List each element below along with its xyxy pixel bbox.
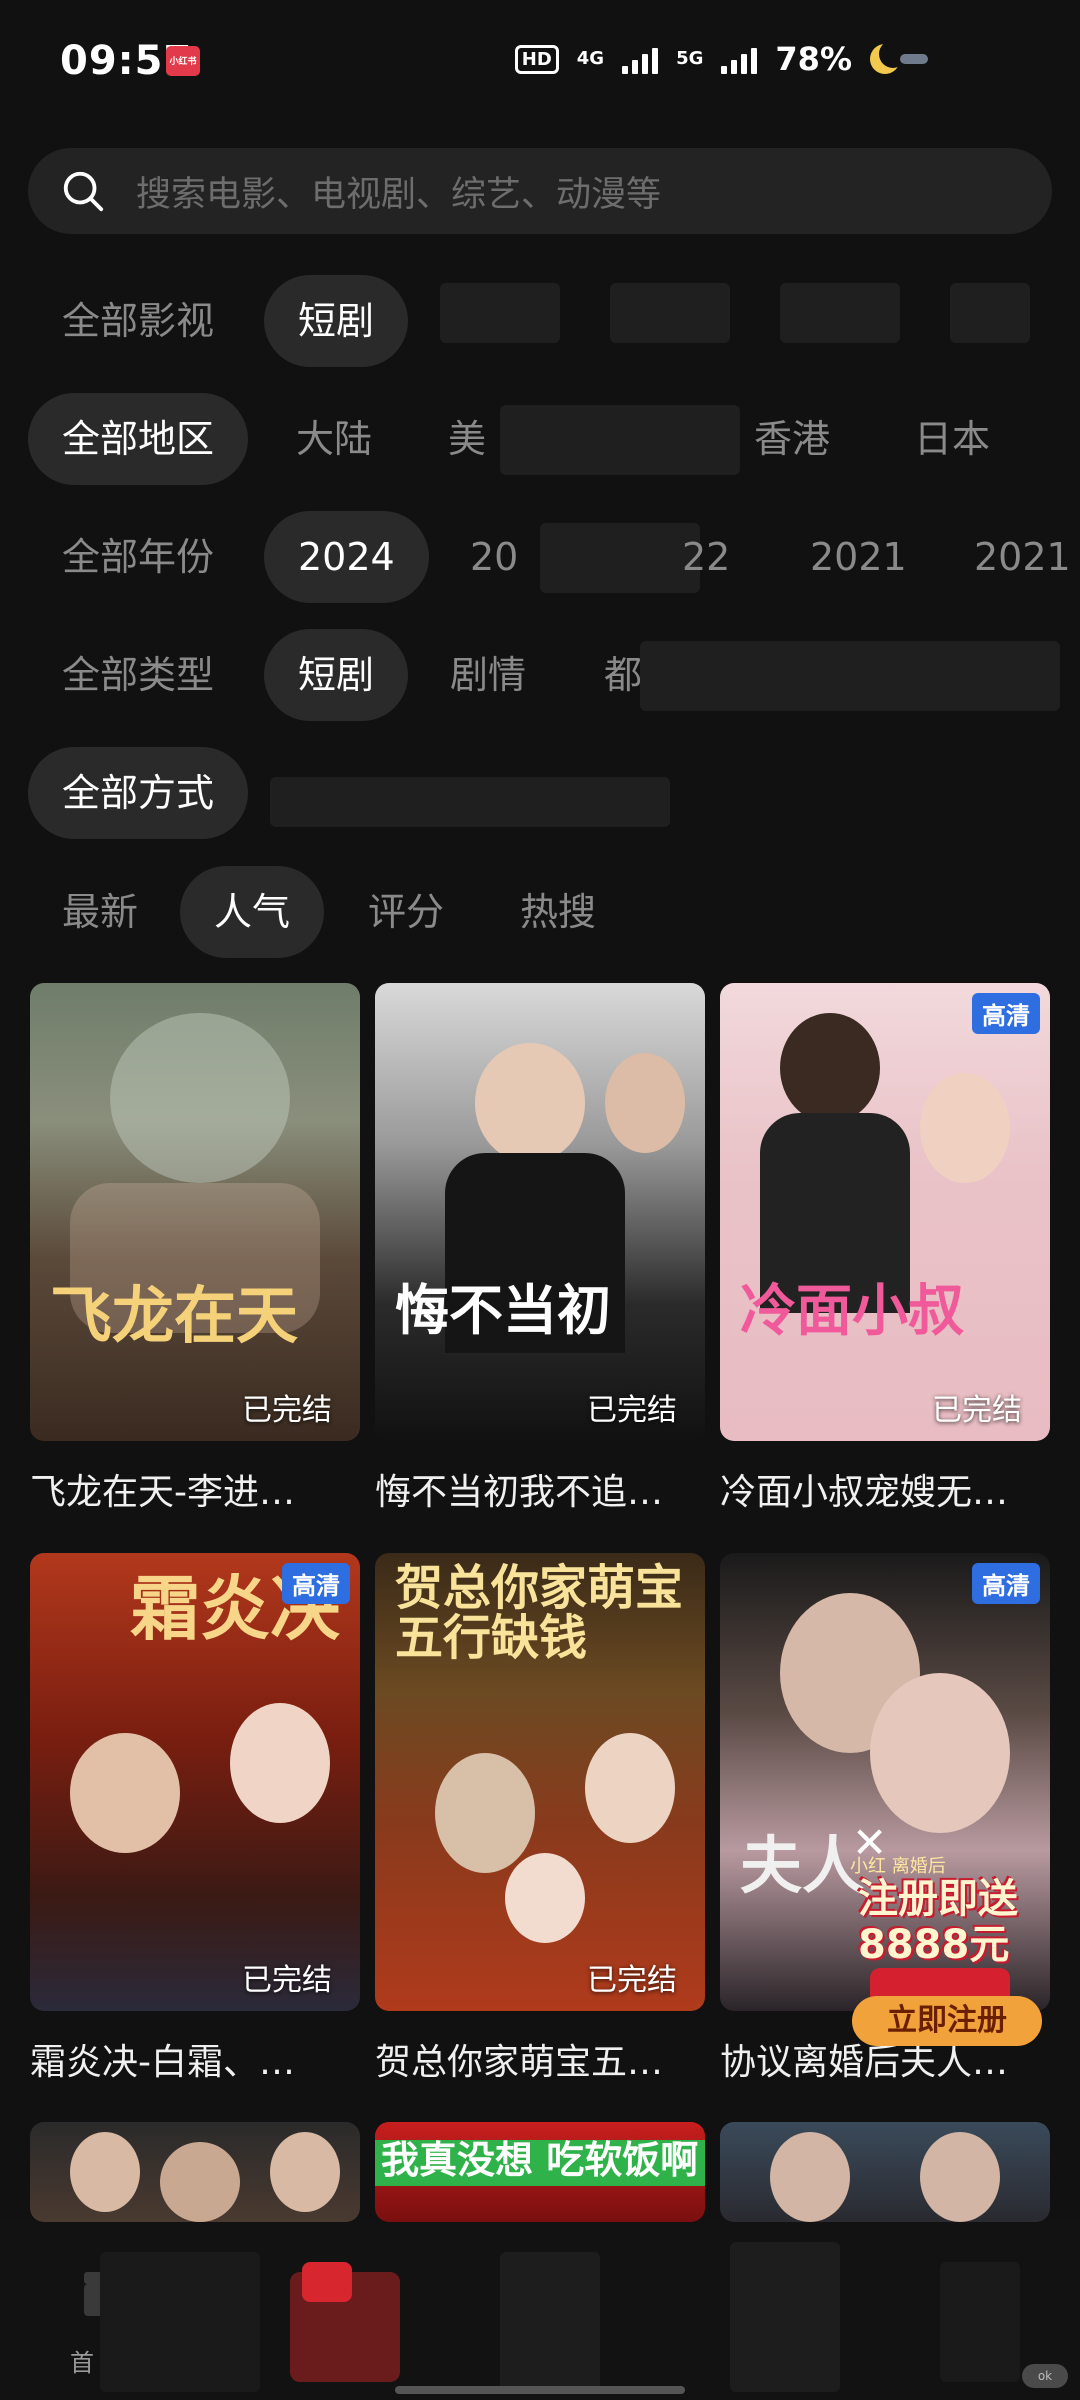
- tab-home-label: 首: [70, 2349, 94, 2377]
- filter-region-hk[interactable]: 香港: [720, 393, 864, 485]
- ad-top-text: 小红 离婚后: [850, 1856, 946, 1877]
- status-label: 已完结: [587, 1963, 677, 1998]
- drama-card-partial[interactable]: 我真没想 吃软饭啊: [375, 2122, 705, 2222]
- home-indicator[interactable]: [395, 2386, 685, 2394]
- register-button[interactable]: 立即注册: [852, 1996, 1042, 2046]
- filter-row-method: 全部方式: [0, 747, 1080, 839]
- moon-icon: [870, 40, 930, 74]
- drama-card[interactable]: 贺总你家萌宝 五行缺钱 已完结 贺总你家萌宝五…: [375, 1553, 705, 2085]
- app-badge: 小红书: [166, 46, 200, 76]
- filter-genre-drama[interactable]: 剧情: [416, 629, 560, 721]
- hd-voice-icon: HD: [514, 44, 559, 74]
- card-title: 霜炎决-白霜、…: [30, 2042, 295, 2083]
- filter-year-2023[interactable]: 20: [436, 511, 552, 603]
- poster-title-text: 飞龙在天: [50, 1279, 299, 1352]
- corner-badge: ok: [1022, 2364, 1068, 2388]
- drama-card[interactable]: 冷面小叔 高清 已完结 冷面小叔宠嫂无…: [720, 983, 1050, 1515]
- drama-card-partial[interactable]: [720, 2122, 1050, 2222]
- drama-card[interactable]: 霜炎决 高清 已完结 霜炎决-白霜、…: [30, 1553, 360, 2085]
- search-placeholder: 搜索电影、电视剧、综艺、动漫等: [136, 174, 662, 215]
- filter-all-region[interactable]: 全部地区: [28, 393, 249, 485]
- filter-row-genre: 全部类型 短剧 剧情 都市: [0, 629, 1080, 721]
- filter-year-2020[interactable]: 2021: [940, 511, 1080, 603]
- filter-region-mainland[interactable]: 大陆: [262, 393, 406, 485]
- hd-badge: 高清: [282, 1563, 350, 1604]
- poster-title-text: 我真没想 吃软饭啊: [381, 2138, 699, 2182]
- poster-image: 贺总你家萌宝 五行缺钱 已完结: [375, 1553, 705, 2011]
- status-label: 已完结: [242, 1963, 332, 1998]
- filter-all-media[interactable]: 全部影视: [28, 275, 248, 367]
- drama-card-partial[interactable]: [30, 2122, 360, 2222]
- poster-title-text: 悔不当初: [395, 1279, 611, 1342]
- sort-tabs: 最新 人气 评分 热搜: [0, 866, 1080, 958]
- filter-all-year[interactable]: 全部年份: [28, 511, 248, 603]
- status-label: 已完结: [587, 1393, 677, 1428]
- network-4g-label: 4G: [576, 48, 605, 69]
- sort-hot-search[interactable]: 热搜: [486, 866, 630, 958]
- filter-row-region: 全部地区 大陆 美 香港 日本: [0, 393, 1080, 485]
- sort-popular[interactable]: 人气: [180, 866, 325, 958]
- sort-rating[interactable]: 评分: [334, 866, 478, 958]
- search-bar[interactable]: 搜索电影、电视剧、综艺、动漫等: [28, 148, 1052, 234]
- status-label: 已完结: [932, 1393, 1022, 1428]
- hd-badge: 高清: [972, 1563, 1040, 1604]
- drama-card[interactable]: 飞龙在天 已完结 飞龙在天-李进…: [30, 983, 360, 1515]
- battery-level: 78%: [775, 40, 852, 78]
- signal-icon: [622, 44, 659, 74]
- poster-image: 冷面小叔 高清 已完结: [720, 983, 1050, 1441]
- status-label: 已完结: [242, 1393, 332, 1428]
- promo-ad[interactable]: ✕ 小红 离婚后 注册即送 8888元 立即注册: [840, 1818, 1050, 2068]
- filter-region-japan[interactable]: 日本: [880, 393, 1024, 485]
- drama-card[interactable]: 悔不当初 已完结 悔不当初我不追…: [375, 983, 705, 1515]
- network-5g-label: 5G: [676, 48, 704, 69]
- filter-all-genre[interactable]: 全部类型: [28, 629, 248, 721]
- filter-short-drama[interactable]: 短剧: [264, 275, 409, 367]
- filter-all-method[interactable]: 全部方式: [28, 747, 249, 839]
- filter-row-category: 全部影视 短剧: [0, 275, 1080, 367]
- card-title: 悔不当初我不追…: [375, 1472, 664, 1513]
- sort-latest[interactable]: 最新: [28, 866, 172, 958]
- filter-year-2022[interactable]: 22: [648, 511, 764, 603]
- filter-year-2021[interactable]: 2021: [776, 511, 941, 603]
- poster-title-text: 冷面小叔: [740, 1279, 964, 1344]
- hd-badge: 高清: [972, 993, 1040, 1034]
- tab-center[interactable]: [280, 2262, 400, 2382]
- search-icon: [63, 171, 104, 212]
- card-title: 飞龙在天-李进…: [30, 1472, 295, 1513]
- card-title: 冷面小叔宠嫂无…: [720, 1472, 1009, 1513]
- signal-icon-2: [721, 44, 758, 74]
- status-bar: 09:57 小红书 HD 4G 5G 78%: [0, 0, 1080, 125]
- poster-image: 飞龙在天 已完结: [30, 983, 360, 1441]
- poster-image: 悔不当初 已完结: [375, 983, 705, 1441]
- filter-year-2024[interactable]: 2024: [264, 511, 429, 603]
- card-title: 贺总你家萌宝五…: [375, 2042, 664, 2083]
- poster-image: 霜炎决 高清 已完结: [30, 1553, 360, 2011]
- ad-money-text: 注册即送 8888元: [858, 1876, 1018, 1968]
- poster-title-text: 贺总你家萌宝 五行缺钱: [395, 1560, 684, 1667]
- bottom-tab-bar: 首: [0, 2222, 1080, 2400]
- filter-genre-short[interactable]: 短剧: [264, 629, 409, 721]
- filter-row-year: 全部年份 2024 20 22 2021 2021: [0, 511, 1080, 603]
